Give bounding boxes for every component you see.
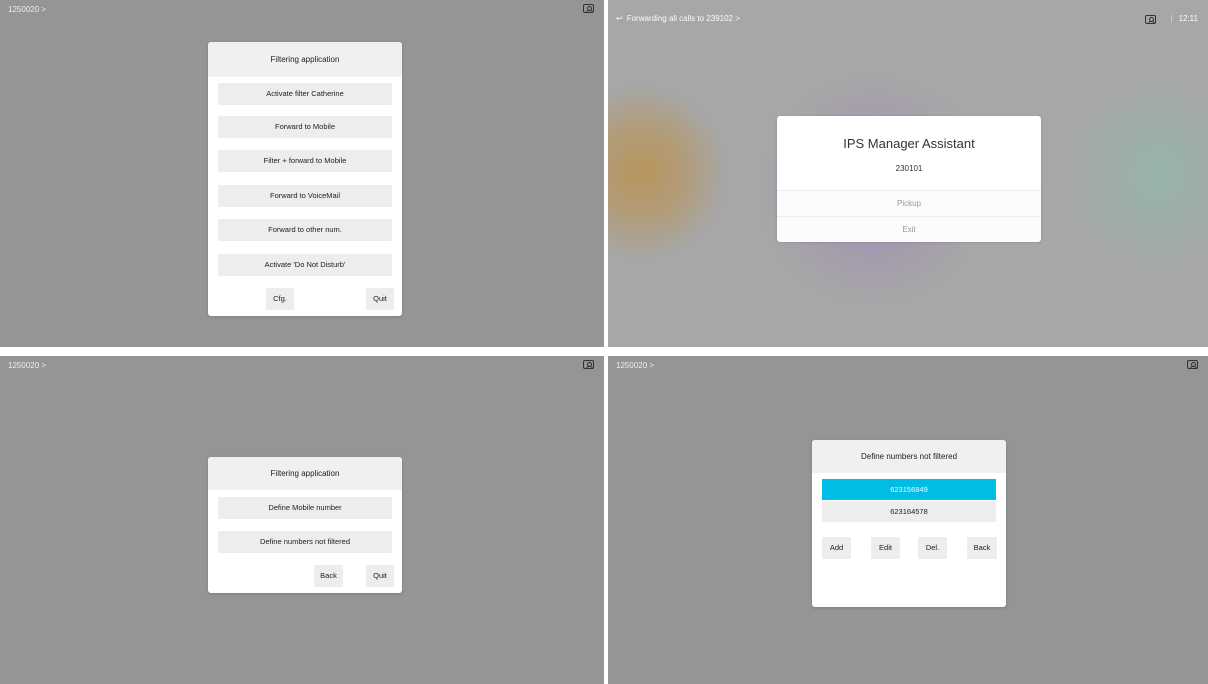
teal-blob	[1058, 75, 1208, 275]
forward-mobile-button[interactable]: Forward to Mobile	[218, 116, 392, 138]
back-button[interactable]: Back	[967, 537, 997, 559]
pickup-button[interactable]: Pickup	[777, 190, 1041, 217]
numbers-dialog: Define numbers not filtered 623156849 62…	[812, 440, 1006, 607]
delete-button[interactable]: Del.	[918, 537, 947, 559]
forward-voicemail-button[interactable]: Forward to VoiceMail	[218, 185, 392, 207]
quit-button[interactable]: Quit	[366, 565, 394, 587]
edit-button[interactable]: Edit	[871, 537, 900, 559]
dialog-title: IPS Manager Assistant	[843, 136, 975, 151]
number-item[interactable]: 623164578	[822, 501, 996, 522]
screen-filtering-config: 1250020 > Filtering application Define M…	[0, 356, 604, 684]
screen-numbers-not-filtered: 1250020 > Define numbers not filtered 62…	[608, 356, 1208, 684]
forwarding-status[interactable]: ↩ Forwarding all calls to 239102 >	[616, 14, 740, 23]
line-number[interactable]: 1250020 >	[8, 5, 46, 14]
forwarding-text: Forwarding all calls to 239102 >	[626, 14, 740, 23]
presence-icon[interactable]	[583, 360, 594, 369]
clock-time: 12:11	[1178, 14, 1198, 23]
cfg-button[interactable]: Cfg.	[266, 288, 294, 310]
do-not-disturb-button[interactable]: Activate 'Do Not Disturb'	[218, 254, 392, 276]
call-forward-icon: ↩	[616, 14, 623, 23]
filter-forward-mobile-button[interactable]: Filter + forward to Mobile	[218, 150, 392, 172]
add-button[interactable]: Add	[822, 537, 851, 559]
filtering-config-dialog: Filtering application Define Mobile numb…	[208, 457, 402, 593]
forward-other-button[interactable]: Forward to other num.	[218, 219, 392, 241]
status-clock: | 12:11	[1170, 14, 1198, 23]
line-number[interactable]: 1250020 >	[616, 361, 654, 370]
orange-blob	[608, 85, 728, 260]
activate-filter-button[interactable]: Activate filter Catherine	[218, 83, 392, 105]
presence-icon[interactable]	[583, 4, 594, 13]
separator: |	[1170, 14, 1173, 23]
number-item-selected[interactable]: 623156849	[822, 479, 996, 500]
dialog-title: Filtering application	[208, 457, 402, 490]
presence-icon[interactable]	[1187, 360, 1198, 369]
screen-manager-assistant: ↩ Forwarding all calls to 239102 > | 12:11…	[608, 0, 1208, 347]
assistant-dialog: IPS Manager Assistant 230101 Pickup Exit	[777, 116, 1041, 242]
quit-button[interactable]: Quit	[366, 288, 394, 310]
dialog-title: Define numbers not filtered	[812, 440, 1006, 473]
screen-filtering-menu: 1250020 > Filtering application Activate…	[0, 0, 604, 347]
presence-icon[interactable]	[1145, 15, 1156, 24]
exit-button[interactable]: Exit	[777, 216, 1041, 242]
define-not-filtered-button[interactable]: Define numbers not filtered	[218, 531, 392, 553]
filtering-dialog: Filtering application Activate filter Ca…	[208, 42, 402, 316]
manager-number: 230101	[895, 164, 923, 173]
dialog-title: Filtering application	[208, 42, 402, 77]
line-number[interactable]: 1250020 >	[8, 361, 46, 370]
define-mobile-button[interactable]: Define Mobile number	[218, 497, 392, 519]
back-button[interactable]: Back	[314, 565, 343, 587]
